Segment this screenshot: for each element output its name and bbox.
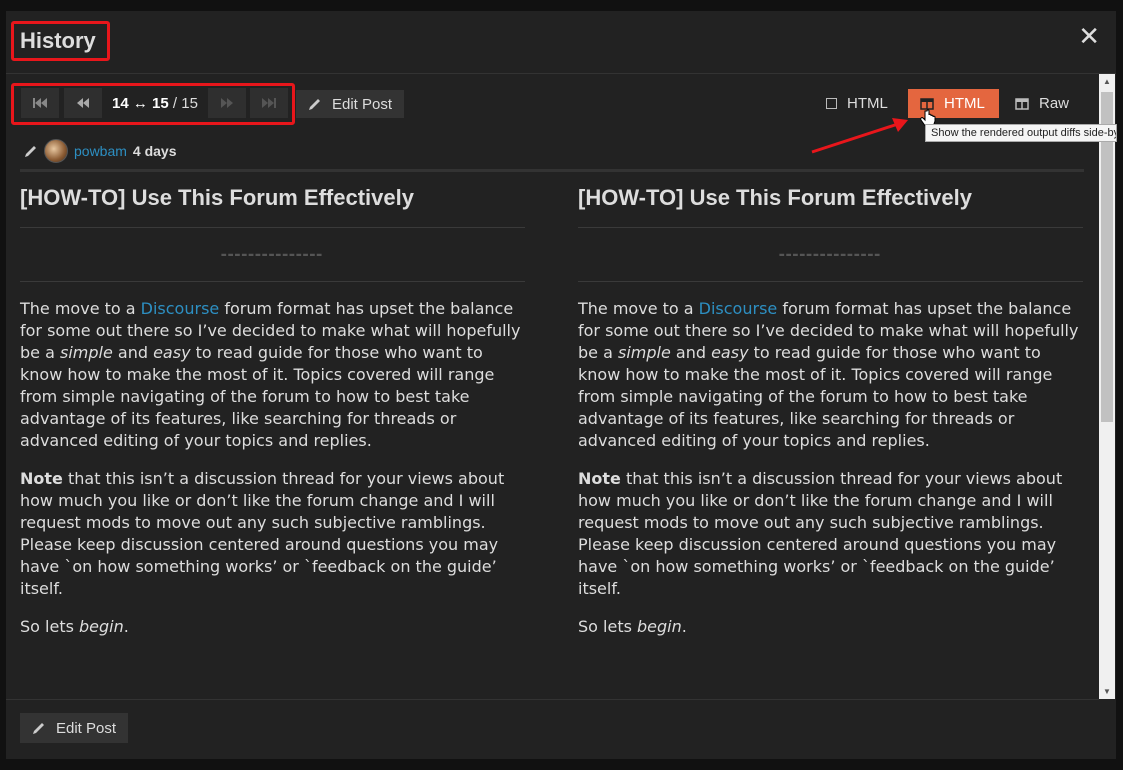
post-title: [HOW-TO] Use This Forum Effectively	[20, 185, 414, 210]
content-divider	[20, 169, 1084, 172]
dashed-rule: ▬▬▬▬▬▬▬▬▬▬▬▬▬▬▬	[221, 250, 324, 259]
text: So lets	[20, 617, 80, 636]
text: The move to a	[578, 299, 699, 318]
view-side-by-side-markdown[interactable]: Raw	[1003, 89, 1081, 118]
dashed-rule: ▬▬▬▬▬▬▬▬▬▬▬▬▬▬▬	[779, 250, 882, 259]
divider	[578, 227, 1083, 228]
text: Note	[20, 469, 63, 488]
view-option-label: HTML	[944, 95, 985, 112]
pencil-icon	[309, 99, 320, 110]
text: and	[112, 343, 154, 362]
revision-age: 4 days	[132, 143, 177, 159]
close-icon[interactable]: ✕	[1078, 21, 1100, 52]
pencil-icon	[25, 146, 36, 157]
view-option-tooltip: Show the rendered output diffs side-by-s…	[925, 124, 1117, 142]
text: easy	[153, 343, 191, 362]
text: begin	[637, 617, 682, 636]
text: that this isn’t a discussion thread for …	[578, 469, 1063, 598]
divider	[578, 281, 1083, 282]
scroll-down-icon[interactable]: ▼	[1103, 687, 1111, 696]
text: simple	[617, 343, 671, 362]
footer-edit-post-button[interactable]: Edit Post	[20, 713, 129, 743]
text: Note	[578, 469, 621, 488]
columns-icon	[1015, 97, 1029, 110]
text: and	[670, 343, 712, 362]
text: .	[123, 617, 129, 636]
scroll-up-icon[interactable]: ▲	[1103, 77, 1111, 86]
text: simple	[59, 343, 113, 362]
text: So lets	[578, 617, 638, 636]
columns-icon	[920, 97, 934, 110]
discourse-link[interactable]: Discourse	[141, 299, 220, 318]
paragraph-note: Note that this isn’t a discussion thread…	[20, 468, 525, 600]
discourse-link[interactable]: Discourse	[699, 299, 778, 318]
screen: History ✕ 14 ↔ 15 / 15 Edit Post HTML HT…	[0, 0, 1123, 770]
vertical-scrollbar[interactable]: ▲ ▼	[1099, 74, 1115, 699]
current-version-column: [HOW-TO] Use This Forum Effectively ▬▬▬▬…	[578, 181, 1083, 638]
post-title: [HOW-TO] Use This Forum Effectively	[578, 185, 972, 210]
title-highlight	[11, 21, 110, 61]
paragraph-note: Note that this isn’t a discussion thread…	[578, 468, 1083, 600]
divider	[20, 281, 525, 282]
edit-post-label: Edit Post	[56, 719, 117, 737]
avatar[interactable]	[44, 139, 68, 163]
navigation-highlight	[11, 83, 295, 125]
text: that this isn’t a discussion thread for …	[20, 469, 505, 598]
text: The move to a	[20, 299, 141, 318]
divider	[20, 227, 525, 228]
edit-post-button[interactable]: Edit Post	[296, 90, 405, 118]
paragraph-intro: The move to a Discourse forum format has…	[20, 298, 525, 452]
previous-version-column: [HOW-TO] Use This Forum Effectively ▬▬▬▬…	[20, 181, 525, 638]
text: begin	[79, 617, 124, 636]
checkbox-icon	[826, 98, 837, 109]
text: easy	[711, 343, 749, 362]
pencil-icon	[33, 723, 44, 734]
revision-meta: powbam 4 days	[24, 139, 177, 163]
annotation-arrow-icon	[811, 118, 908, 154]
view-option-label: HTML	[847, 95, 888, 112]
paragraph-begin: So lets begin.	[20, 616, 525, 638]
text: .	[681, 617, 687, 636]
footer-divider	[6, 699, 1099, 700]
username-link[interactable]: powbam	[74, 143, 127, 159]
header-divider	[6, 73, 1116, 74]
view-option-label: Raw	[1039, 95, 1070, 112]
paragraph-begin: So lets begin.	[578, 616, 1083, 638]
edit-post-label: Edit Post	[332, 95, 393, 113]
paragraph-intro: The move to a Discourse forum format has…	[578, 298, 1083, 452]
